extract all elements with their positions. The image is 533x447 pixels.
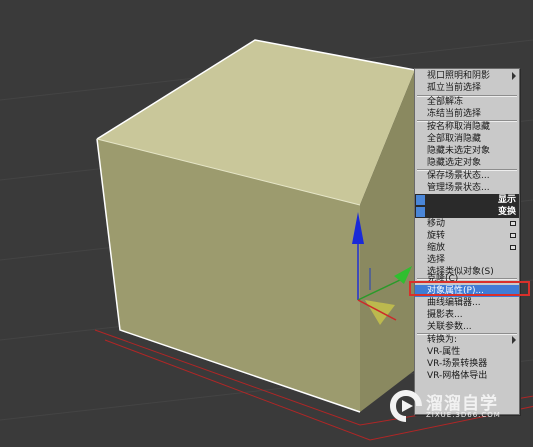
submenu-arrow-icon	[512, 72, 516, 80]
menu-item-unhide-by-name[interactable]: 按名称取消隐藏	[415, 121, 519, 133]
menu-item-label: 隐藏未选定对象	[427, 146, 491, 156]
options-box-icon[interactable]	[510, 233, 516, 238]
menu-item-viewport-lighting[interactable]: 视口照明和阴影	[415, 70, 519, 82]
menu-item-wire-parameters[interactable]: 关联参数...	[415, 321, 519, 333]
menu-item-label: 关联参数...	[427, 322, 472, 332]
annotation-highlight-box	[409, 281, 530, 296]
menu-item-label: 视口照明和阴影	[427, 71, 491, 81]
menu-item-label: 选择	[427, 255, 446, 265]
menu-item-label: 摄影表...	[427, 310, 463, 320]
menu-item-label: 缩放	[427, 243, 446, 253]
menu-item-curve-editor[interactable]: 曲线编辑器...	[415, 297, 519, 309]
menu-item-label: 保存场景状态...	[427, 171, 490, 181]
menu-item-label: 转换为:	[427, 335, 458, 345]
menu-item-label: 全部取消隐藏	[427, 134, 482, 144]
menu-item-label: 全部解冻	[427, 97, 464, 107]
quad-title-label: 变换	[497, 207, 516, 217]
menu-item-scale[interactable]: 缩放	[415, 242, 519, 254]
menu-item-move[interactable]: 移动	[415, 218, 519, 230]
menu-item-convert-to[interactable]: 转换为:	[415, 334, 519, 346]
quad-marker-icon	[416, 207, 425, 217]
menu-item-freeze-selection[interactable]: 冻结当前选择	[415, 108, 519, 120]
menu-item-label: VR-场景转换器	[427, 359, 488, 369]
menu-item-label: 隐藏选定对象	[427, 158, 482, 168]
play-logo-icon	[390, 390, 422, 422]
quad-marker-icon	[416, 195, 425, 205]
quad-title-transform: 变换	[415, 206, 519, 218]
menu-item-select[interactable]: 选择	[415, 254, 519, 266]
menu-item-vr-properties[interactable]: VR-属性	[415, 346, 519, 358]
options-box-icon[interactable]	[510, 245, 516, 250]
menu-item-label: VR-属性	[427, 347, 461, 357]
watermark: 溜溜自学 ZIXUE.3D66.COM	[382, 378, 504, 434]
quad-context-menu: 视口照明和阴影 孤立当前选择 全部解冻 冻结当前选择 按名称取消隐藏 全部取消隐…	[414, 68, 520, 415]
menu-item-label: 孤立当前选择	[427, 83, 482, 93]
menu-item-save-scene-state[interactable]: 保存场景状态...	[415, 170, 519, 182]
submenu-arrow-icon	[512, 336, 516, 344]
watermark-url: ZIXUE.3D66.COM	[426, 411, 501, 419]
menu-item-hide-unselected[interactable]: 隐藏未选定对象	[415, 145, 519, 157]
menu-item-label: 旋转	[427, 231, 446, 241]
menu-item-rotate[interactable]: 旋转	[415, 230, 519, 242]
menu-item-unfreeze-all[interactable]: 全部解冻	[415, 96, 519, 108]
menu-item-manage-scene-states[interactable]: 管理场景状态...	[415, 182, 519, 194]
menu-item-unhide-all[interactable]: 全部取消隐藏	[415, 133, 519, 145]
quad-title-label: 显示	[497, 195, 516, 205]
options-box-icon[interactable]	[510, 221, 516, 226]
menu-item-label: 按名称取消隐藏	[427, 122, 491, 132]
menu-item-label: 移动	[427, 219, 446, 229]
menu-item-isolate-selection[interactable]: 孤立当前选择	[415, 82, 519, 94]
menu-item-label: 冻结当前选择	[427, 109, 482, 119]
menu-item-label: 曲线编辑器...	[427, 298, 481, 308]
menu-item-label: 管理场景状态...	[427, 183, 490, 193]
menu-item-hide-selection[interactable]: 隐藏选定对象	[415, 157, 519, 169]
quad-title-display: 显示	[415, 194, 519, 206]
menu-item-dope-sheet[interactable]: 摄影表...	[415, 309, 519, 321]
menu-item-vr-scene-converter[interactable]: VR-场景转换器	[415, 358, 519, 370]
